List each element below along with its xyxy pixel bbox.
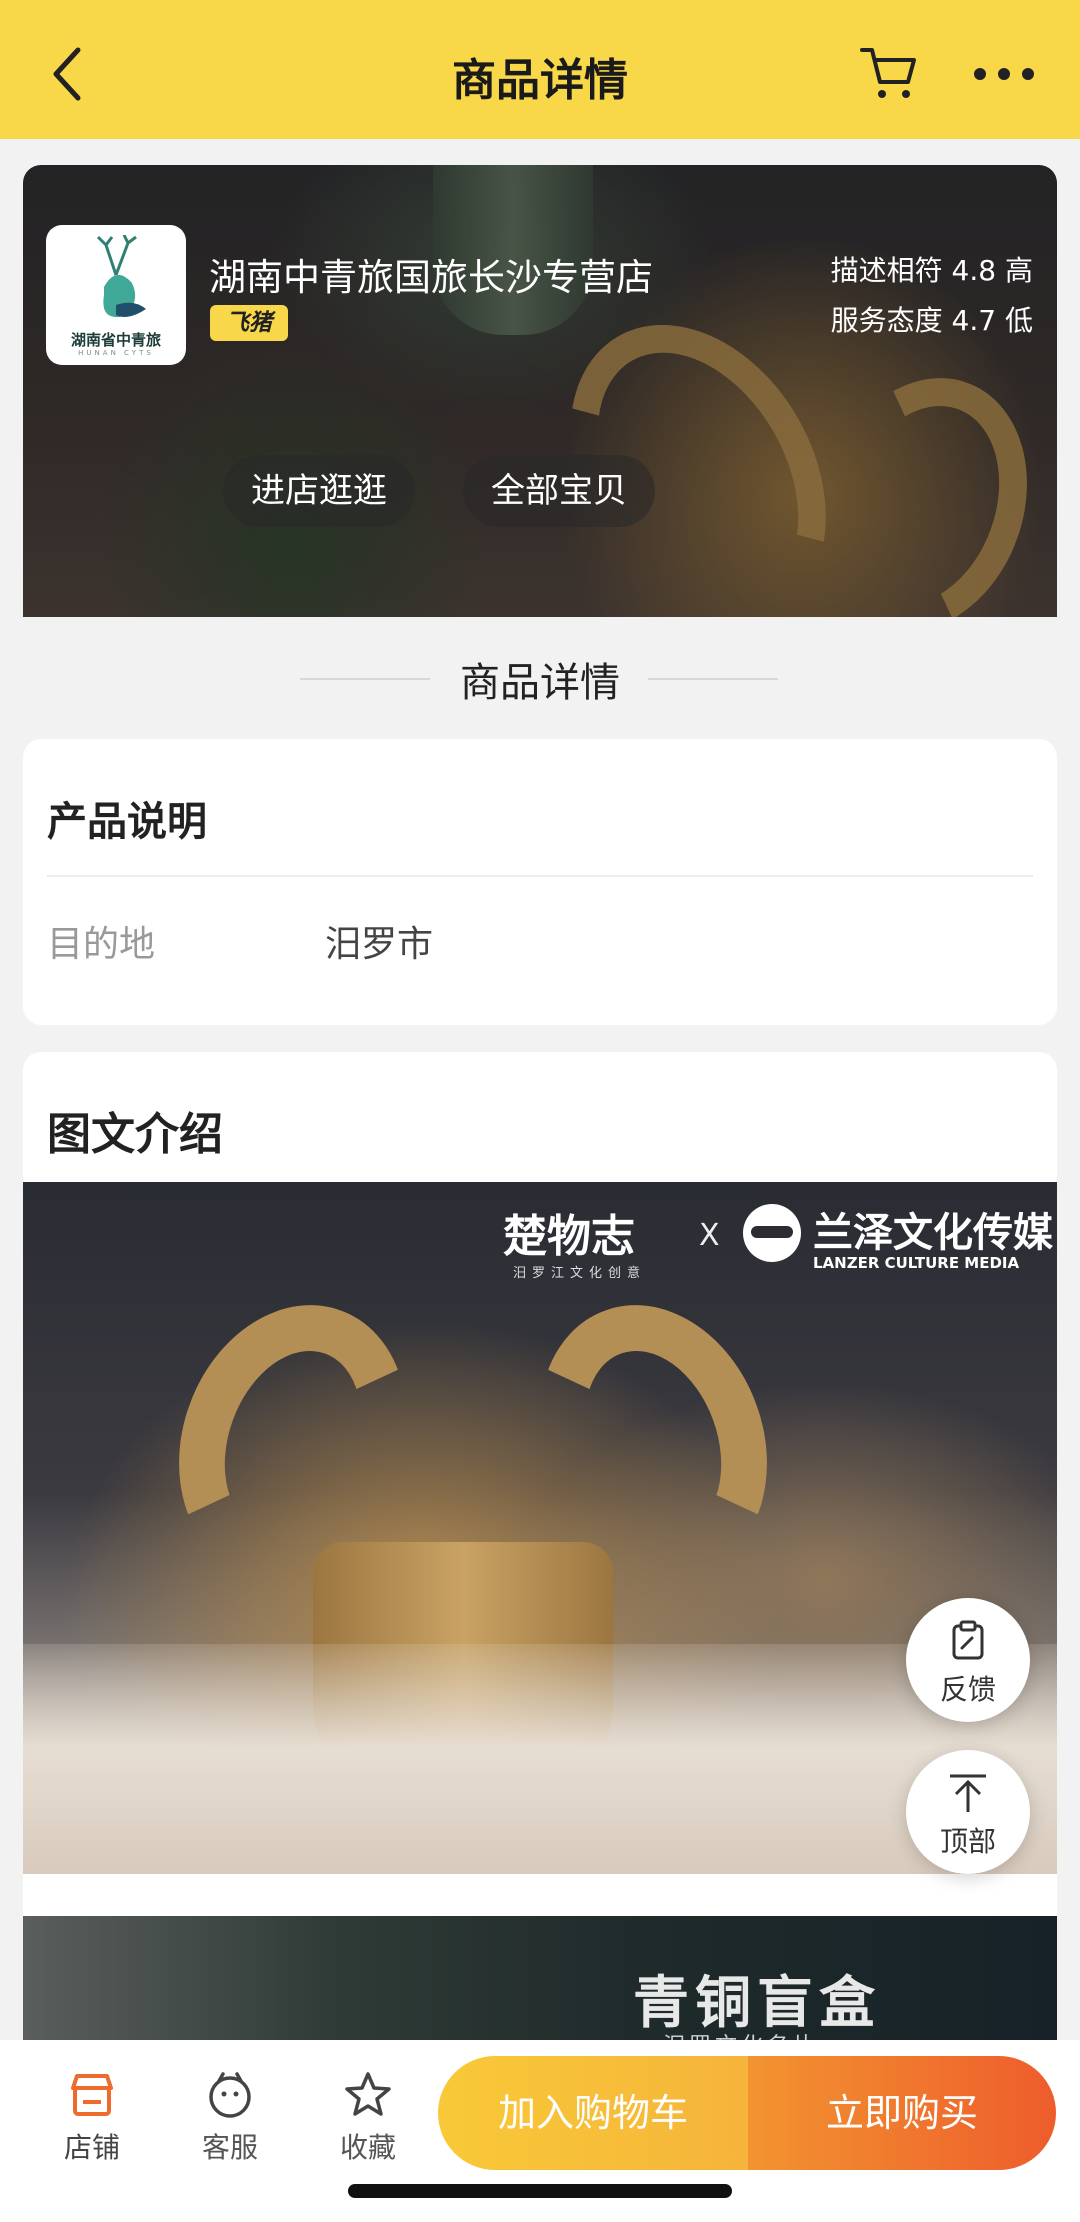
store-icon [71, 2074, 113, 2116]
product-info-title: 产品说明 [47, 799, 207, 845]
brand-lanzer: 兰泽文化传媒 [813, 1210, 1053, 1256]
store-logo-text: 湖南省中青旅 [70, 331, 161, 349]
more-options-icon[interactable] [972, 62, 1036, 86]
section-divider-right [648, 678, 778, 680]
feizhu-badge: 飞猪 [210, 305, 288, 341]
tab-service[interactable]: 客服 [170, 2070, 290, 2166]
section-title: 商品详情 [460, 660, 620, 706]
tab-service-label: 客服 [201, 2131, 258, 2164]
rating-description: 描述相符 4.8 高 [830, 254, 1033, 287]
tab-store-label: 店铺 [63, 2131, 120, 2164]
home-indicator [348, 2184, 732, 2198]
cart-icon[interactable] [858, 42, 920, 104]
destination-value: 汨罗市 [325, 924, 434, 965]
customer-service-icon [209, 2072, 251, 2118]
blind-box-title: 青铜盲盒 [633, 1971, 881, 2036]
deer-logo-icon [96, 235, 146, 318]
store-name[interactable]: 湖南中青旅国旅长沙专营店 [209, 247, 653, 301]
store-logo[interactable]: 湖南省中青旅 HUNAN CYTS [46, 225, 186, 365]
rating-service: 服务态度 4.7 低 [830, 304, 1033, 337]
feedback-icon [952, 1620, 984, 1660]
brand-collab-x: X [699, 1218, 720, 1253]
destination-label: 目的地 [47, 924, 156, 965]
feedback-button[interactable]: 反馈 [906, 1598, 1030, 1722]
brand-chuwuzhi-sub: 汨罗江文化创意 [513, 1266, 647, 1281]
tab-favorite-label: 收藏 [339, 2131, 396, 2164]
star-icon [345, 2072, 391, 2116]
store-banner[interactable]: 湖南省中青旅 HUNAN CYTS 湖南中青旅国旅长沙专营店 飞猪 描述相符 4… [23, 165, 1057, 617]
all-items-button[interactable]: 全部宝贝 [463, 455, 655, 527]
add-to-cart-button[interactable]: 加入购物车 [438, 2056, 748, 2170]
store-logo-subtext: HUNAN CYTS [78, 349, 154, 357]
top-nav-bar: 商品详情 [0, 0, 1080, 139]
back-to-top-button[interactable]: 顶部 [906, 1750, 1030, 1874]
arrow-up-icon [950, 1774, 986, 1812]
feedback-label: 反馈 [939, 1673, 996, 1706]
brand-chuwuzhi: 楚物志 [503, 1211, 635, 1262]
tab-store[interactable]: 店铺 [32, 2070, 152, 2166]
tab-favorite[interactable]: 收藏 [308, 2070, 428, 2166]
lanzer-logo-icon [743, 1204, 801, 1262]
buy-now-button[interactable]: 立即购买 [748, 2056, 1056, 2170]
intro-title: 图文介绍 [47, 1109, 223, 1160]
ground-decoration [23, 1644, 1057, 1874]
brand-lanzer-sub: LANZER CULTURE MEDIA [813, 1254, 1020, 1272]
intro-hero-image[interactable]: 楚物志 汨罗江文化创意 X 兰泽文化传媒 LANZER CULTURE MEDI… [23, 1182, 1057, 1874]
visit-store-button[interactable]: 进店逛逛 [223, 455, 415, 527]
product-info-card: 产品说明 目的地 汨罗市 [23, 739, 1057, 1025]
divider [47, 875, 1033, 877]
back-to-top-label: 顶部 [939, 1825, 996, 1858]
